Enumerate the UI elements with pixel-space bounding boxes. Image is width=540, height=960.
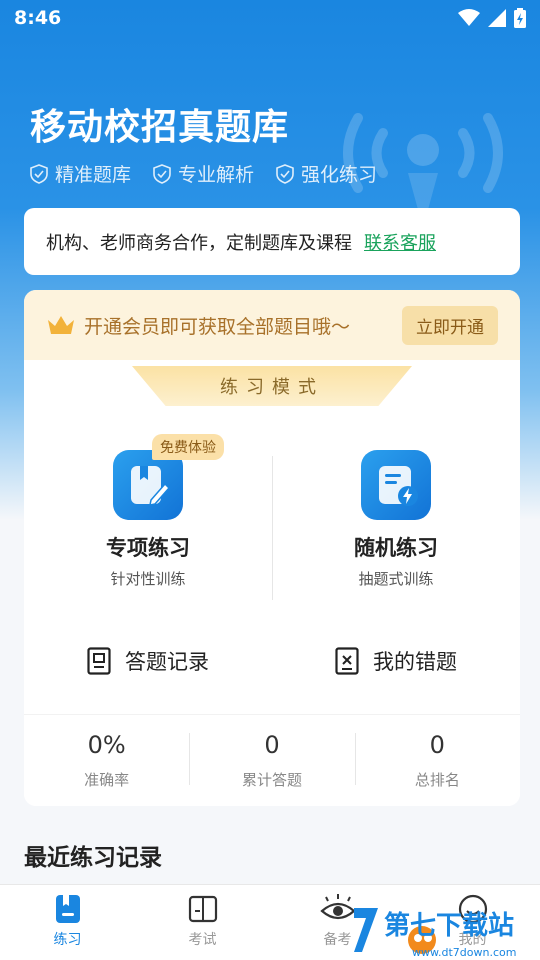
app-title: 移动校招真题库: [30, 107, 290, 148]
stats-row: 0% 准确率 0 累计答题 0 总排名: [24, 714, 520, 806]
nav-label: 备考: [323, 932, 352, 948]
mode-title: 专项练习: [106, 536, 190, 560]
exam-icon: [188, 895, 217, 923]
activate-vip-button[interactable]: 立即开通: [402, 305, 498, 345]
stat-value: 0: [429, 731, 445, 759]
practice-mode-header: 练习模式: [132, 366, 412, 406]
mode-subtitle: 针对性训练: [110, 570, 186, 588]
document-lightning-icon: [361, 450, 431, 520]
nav-label: 练习: [53, 932, 82, 948]
recent-practice-title: 最近练习记录: [24, 845, 162, 871]
record-label: 答题记录: [125, 650, 209, 674]
watermark-logo: 第七下载站 www.dt7down.com: [354, 908, 516, 959]
stat-value: 0: [264, 731, 280, 759]
nav-exam[interactable]: 考试: [135, 885, 270, 960]
signal-tower-decoration-icon: [343, 113, 503, 228]
practice-card: 开通会员即可获取全部题目哦～ 立即开通 练习模式 免费体验 专项练习 针对性训练…: [24, 290, 520, 806]
record-label: 我的错题: [373, 650, 457, 674]
mode-subtitle: 抽题式训练: [358, 570, 434, 588]
nav-label: 考试: [188, 932, 217, 948]
feature-list: 精准题库 专业解析 强化练习: [30, 160, 377, 187]
mode-title: 随机练习: [354, 536, 438, 560]
vip-message: 开通会员即可获取全部题目哦～: [84, 315, 351, 338]
feature-item: 强化练习: [276, 160, 377, 187]
status-time: 8:46: [14, 7, 62, 29]
total-answered-stat: 0 累计答题: [189, 715, 354, 806]
shield-check-icon: [153, 163, 171, 184]
status-icons: [458, 8, 526, 28]
battery-icon: [514, 8, 526, 28]
notebook-pen-icon: [113, 450, 183, 520]
stat-value: 0%: [87, 731, 126, 759]
record-links: 答题记录 我的错题: [24, 636, 520, 686]
mode-divider: [272, 456, 273, 600]
nav-practice[interactable]: 练习: [0, 885, 135, 960]
notice-text: 机构、老师商务合作，定制题库及课程: [46, 232, 352, 254]
answer-record-icon: [87, 647, 111, 675]
watermark-text: 第七下载站: [384, 910, 514, 941]
free-trial-badge: 免费体验: [152, 434, 224, 460]
shield-check-icon: [30, 163, 48, 184]
feature-label: 专业解析: [178, 164, 255, 186]
vip-banner: 开通会员即可获取全部题目哦～ 立即开通: [24, 290, 520, 360]
feature-label: 精准题库: [55, 164, 132, 186]
stat-label: 准确率: [84, 771, 130, 789]
accuracy-stat: 0% 准确率: [24, 715, 189, 806]
feature-label: 强化练习: [301, 164, 378, 186]
ranking-stat: 0 总排名: [354, 715, 520, 806]
practice-icon: [55, 895, 80, 923]
contact-support-link[interactable]: 联系客服: [364, 229, 436, 255]
stat-label: 累计答题: [241, 771, 302, 789]
feature-item: 精准题库: [30, 160, 131, 187]
crown-icon: [48, 316, 74, 334]
wrong-questions-button[interactable]: 我的错题: [272, 636, 520, 686]
special-practice-mode[interactable]: 免费体验 专项练习 针对性训练: [24, 434, 272, 600]
wifi-icon: [458, 9, 480, 26]
cellular-signal-icon: [488, 9, 506, 27]
shield-check-icon: [276, 163, 294, 184]
feature-item: 专业解析: [153, 160, 254, 187]
random-practice-mode[interactable]: 随机练习 抽题式训练: [272, 450, 520, 600]
watermark-url: www.dt7down.com: [412, 946, 516, 959]
vip-text: 开通会员即可获取全部题目哦～: [46, 312, 350, 339]
eye-icon: [319, 894, 356, 920]
status-bar: 8:46: [0, 0, 540, 36]
answer-record-button[interactable]: 答题记录: [24, 636, 272, 686]
business-notice-card: 机构、老师商务合作，定制题库及课程 联系客服: [24, 208, 520, 275]
stat-label: 总排名: [414, 771, 460, 789]
wrong-questions-icon: [335, 647, 359, 675]
